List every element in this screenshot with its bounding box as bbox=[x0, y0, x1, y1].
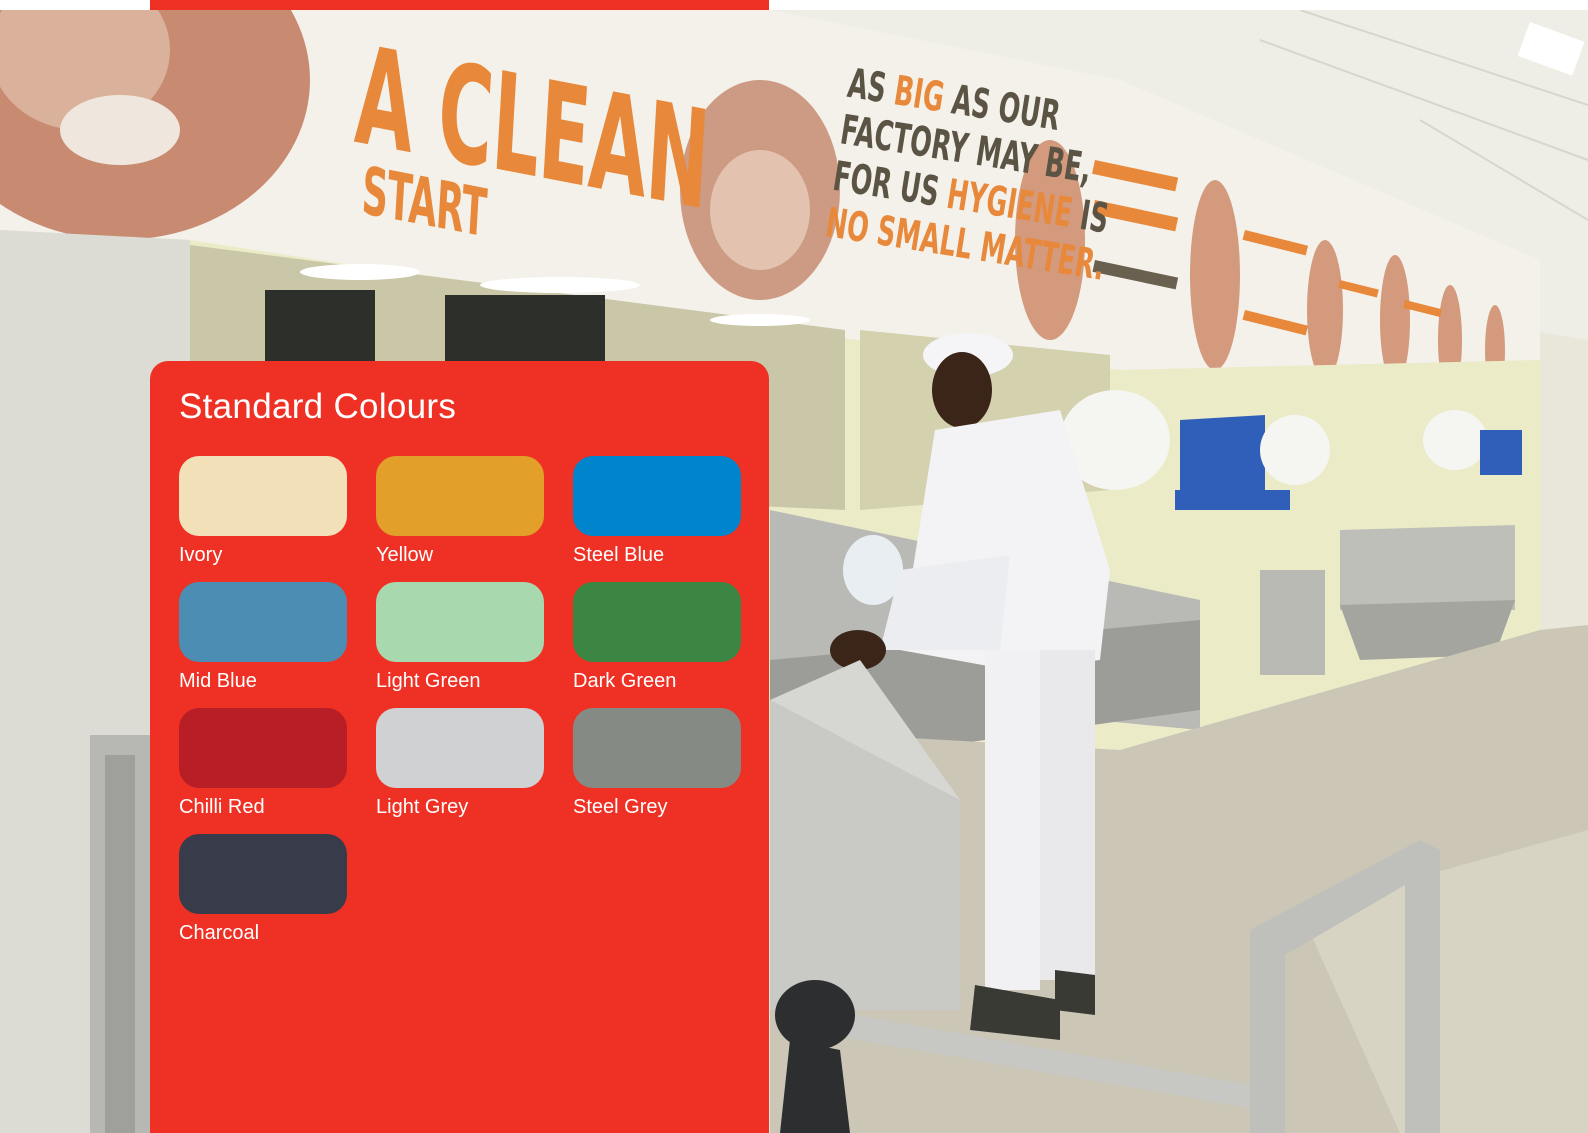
colour-chip bbox=[573, 456, 741, 536]
colour-chip bbox=[179, 456, 347, 536]
colour-chip bbox=[573, 582, 741, 662]
swatch-chilli-red: Chilli Red bbox=[179, 708, 347, 819]
colour-name: Dark Green bbox=[573, 670, 677, 692]
top-accent-strip bbox=[150, 0, 769, 10]
swatch-light-green: Light Green bbox=[376, 582, 544, 693]
swatch-ivory: Ivory bbox=[179, 456, 347, 567]
colour-chip bbox=[179, 708, 347, 788]
swatch-light-grey: Light Grey bbox=[376, 708, 544, 819]
colour-chip bbox=[376, 456, 544, 536]
colour-name: Light Grey bbox=[376, 796, 469, 818]
swatch-mid-blue: Mid Blue bbox=[179, 582, 347, 693]
slogan-text: AS bbox=[844, 59, 899, 114]
swatch-steel-blue: Steel Blue bbox=[573, 456, 741, 567]
colour-name: Light Green bbox=[376, 670, 481, 692]
colour-name: Steel Blue bbox=[573, 544, 665, 566]
colour-name: Charcoal bbox=[179, 922, 260, 944]
colour-chip bbox=[376, 708, 544, 788]
panel-title: Standard Colours bbox=[179, 387, 457, 426]
colour-name: Chilli Red bbox=[179, 796, 265, 818]
colour-chip bbox=[573, 708, 741, 788]
colour-name: Ivory bbox=[179, 544, 223, 566]
swatch-charcoal: Charcoal bbox=[179, 834, 347, 945]
colour-chip bbox=[179, 834, 347, 914]
colour-name: Yellow bbox=[376, 544, 434, 566]
colour-chip bbox=[376, 582, 544, 662]
colour-chip bbox=[179, 582, 347, 662]
swatch-steel-grey: Steel Grey bbox=[573, 708, 741, 819]
colour-name: Mid Blue bbox=[179, 670, 257, 692]
swatch-dark-green: Dark Green bbox=[573, 582, 741, 693]
swatch-yellow: Yellow bbox=[376, 456, 544, 567]
standard-colours-panel: Standard Colours Ivory Yellow Steel Blue Mi… bbox=[150, 361, 769, 1133]
slogan-text: IS bbox=[1068, 189, 1112, 244]
colour-name: Steel Grey bbox=[573, 796, 668, 818]
